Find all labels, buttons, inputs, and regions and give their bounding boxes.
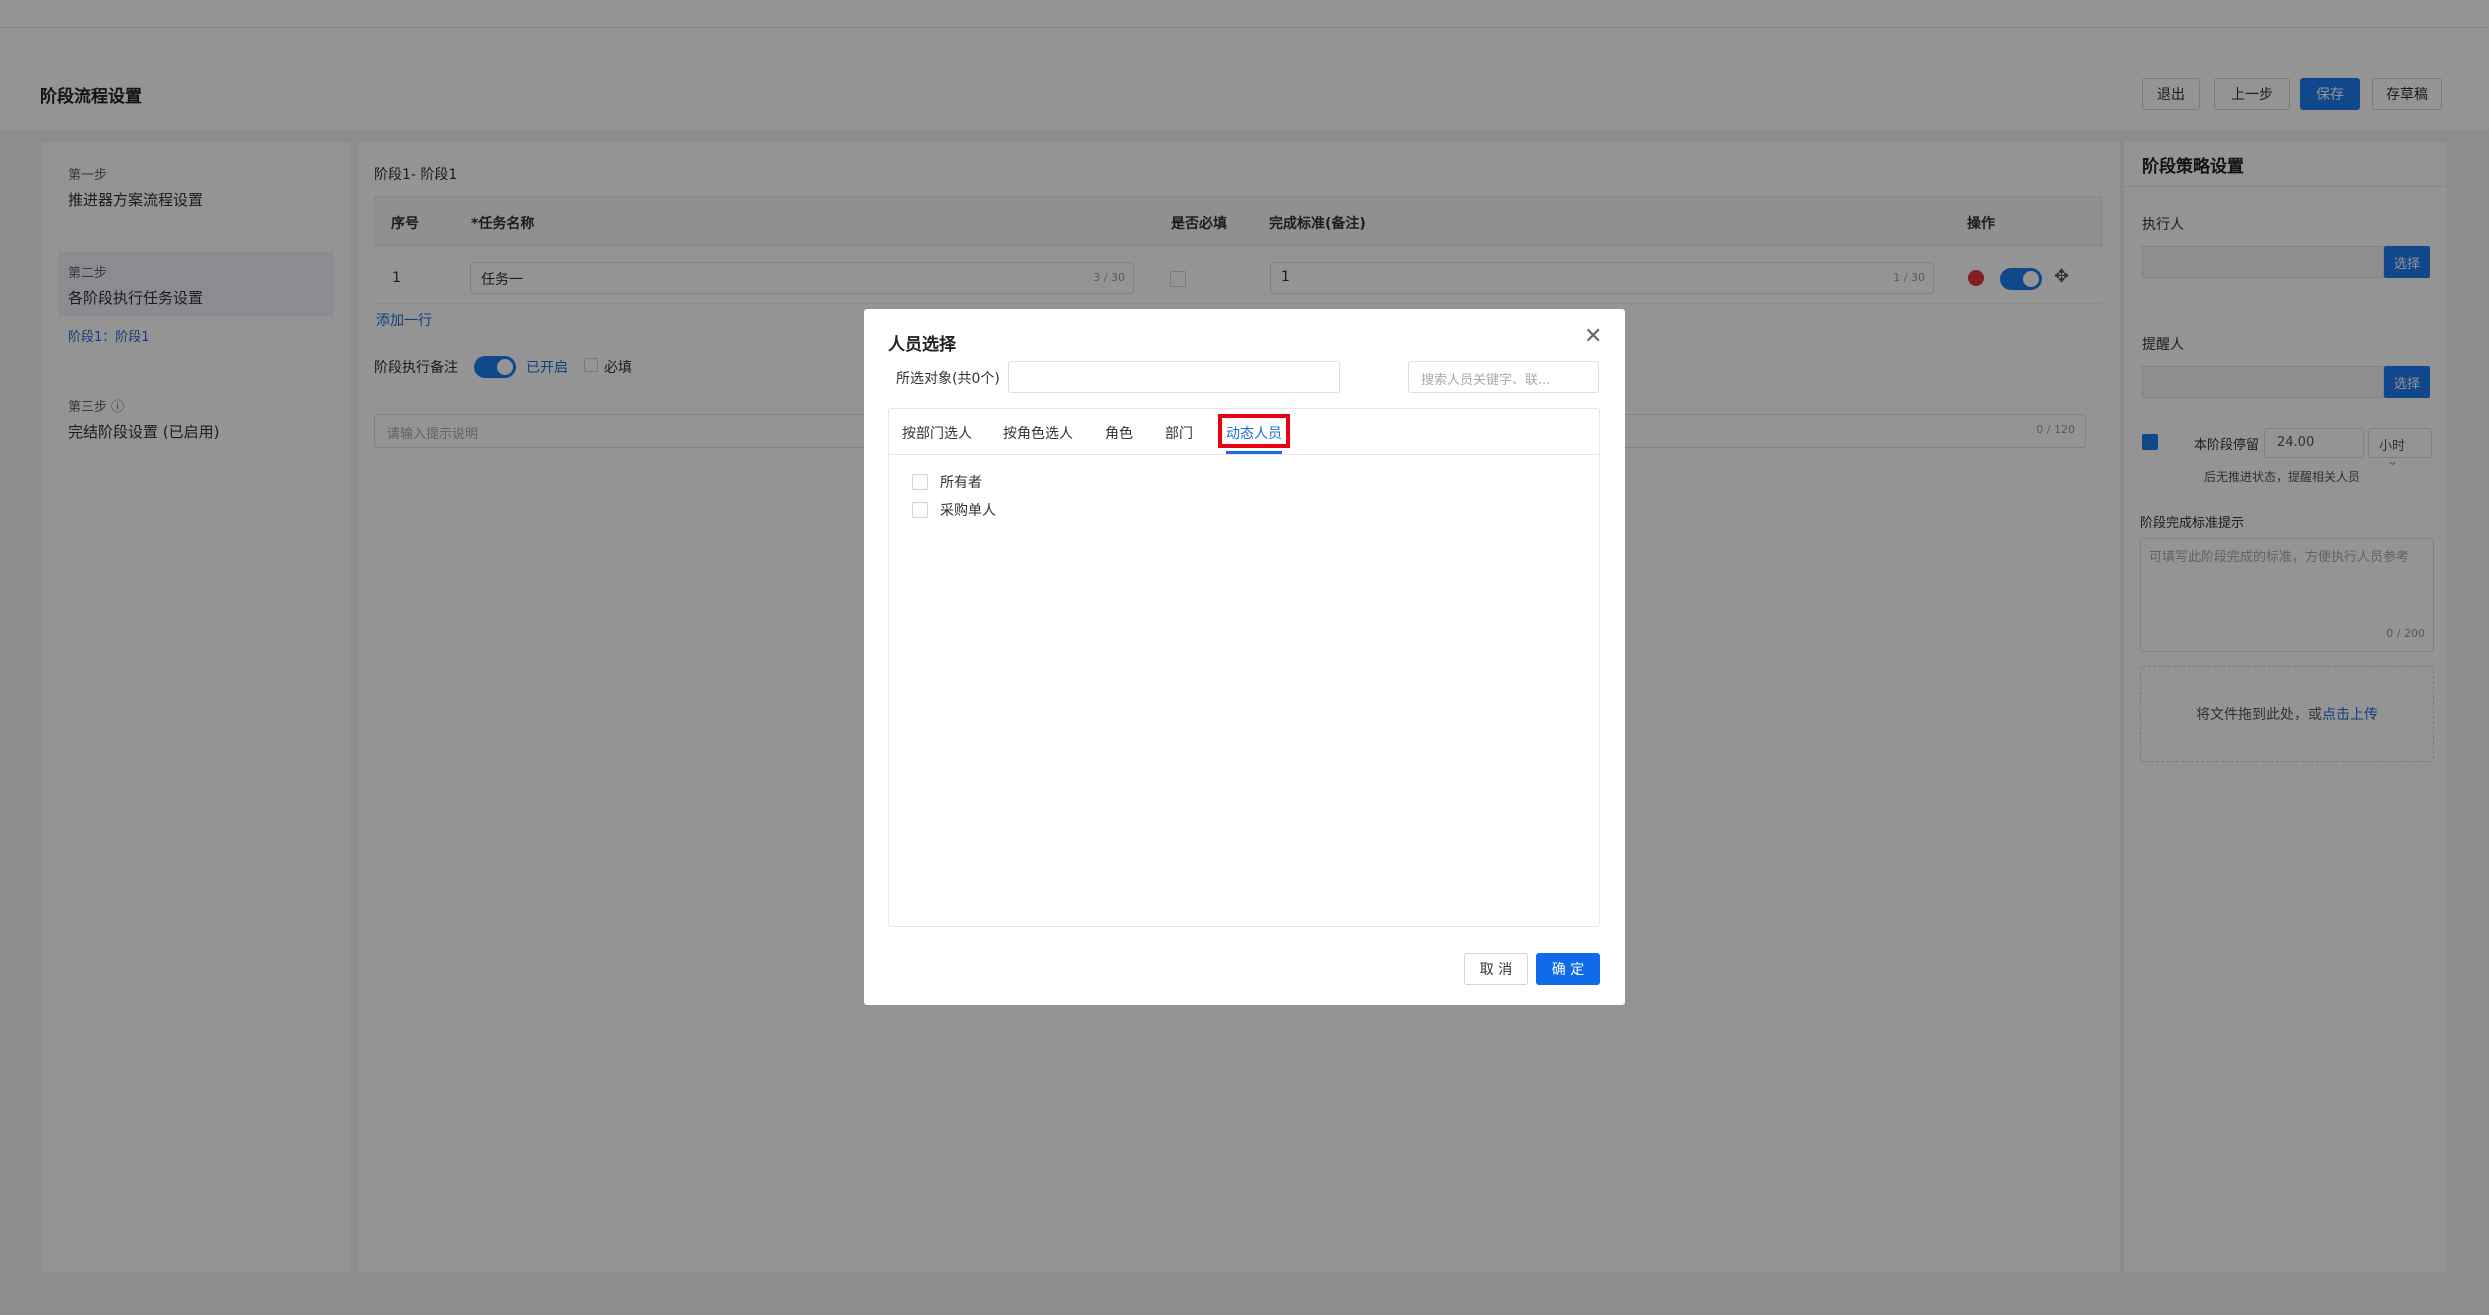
tabs-divider: [889, 454, 1599, 455]
dialog-title: 人员选择: [888, 335, 956, 355]
purchaser-checkbox[interactable]: [912, 502, 928, 518]
close-icon[interactable]: ✕: [1584, 324, 1602, 349]
active-tab-indicator: [1226, 451, 1282, 454]
owner-label: 所有者: [940, 475, 982, 491]
purchaser-label: 采购单人: [940, 503, 996, 519]
option-purchaser[interactable]: 采购单人: [912, 500, 996, 520]
tab-by-department[interactable]: 按部门选人: [902, 423, 972, 443]
confirm-button[interactable]: 确 定: [1536, 953, 1600, 985]
tab-department[interactable]: 部门: [1165, 423, 1193, 443]
cancel-button[interactable]: 取 消: [1464, 953, 1528, 985]
tab-role[interactable]: 角色: [1105, 423, 1133, 443]
selected-label: 所选对象(共0个): [896, 371, 1000, 387]
option-owner[interactable]: 所有者: [912, 472, 982, 492]
tab-by-role[interactable]: 按角色选人: [1003, 423, 1073, 443]
highlight-box: [1218, 414, 1290, 448]
tabs-container: [888, 408, 1600, 927]
selected-objects-box[interactable]: [1008, 361, 1340, 393]
owner-checkbox[interactable]: [912, 474, 928, 490]
search-placeholder: 搜索人员关键字、联...: [1421, 373, 1551, 388]
person-search-input[interactable]: 搜索人员关键字、联...: [1408, 361, 1599, 393]
